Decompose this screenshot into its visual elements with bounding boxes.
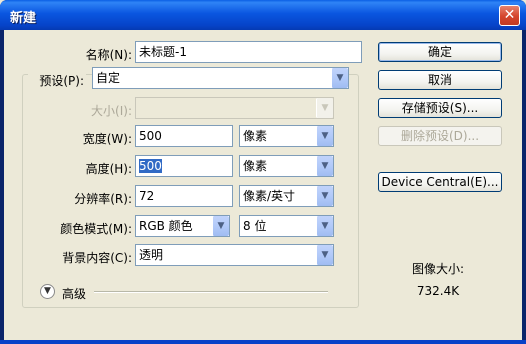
color-mode-select[interactable]: RGB 颜色 ▼ [135,215,230,237]
width-value: 500 [139,129,162,143]
size-label: 大小(I): [91,104,132,118]
height-unit-select[interactable]: 像素 ▼ [239,155,334,177]
chevron-down-icon: ▼ [316,216,333,236]
close-icon: ✕ [503,7,516,23]
resolution-label: 分辨率(R): [74,192,132,206]
dialog-title: 新建 [10,11,37,26]
cancel-button[interactable]: 取消 [378,70,502,90]
resolution-unit-value: 像素/英寸 [243,189,296,203]
preset-value: 自定 [96,71,121,85]
color-mode-label: 颜色模式(M): [60,222,132,236]
color-mode-value: RGB 颜色 [139,219,193,233]
width-input[interactable]: 500 [135,125,233,147]
advanced-label[interactable]: 高级 [62,285,86,302]
title-bar[interactable]: 新建 ✕ [0,0,526,30]
chevron-down-icon: ▼ [316,156,333,176]
name-input[interactable]: 未标题-1 [135,41,362,63]
device-central-button[interactable]: Device Central(E)... [378,172,502,192]
resolution-value: 72 [139,189,155,203]
chevron-down-icon: ▼ [316,245,333,265]
background-value: 透明 [139,248,164,262]
width-unit-select[interactable]: 像素 ▼ [239,125,334,147]
new-document-dialog: 新建 ✕ 名称(N): 未标题-1 预设(P): 自定 ▼ 大小(I): ▼ 宽… [0,0,526,344]
close-button[interactable]: ✕ [499,5,520,26]
name-label: 名称(N): [85,48,132,62]
height-value: 500 [139,159,162,173]
advanced-divider [94,291,328,293]
resolution-unit-select[interactable]: 像素/英寸 ▼ [239,185,334,207]
width-unit-value: 像素 [243,129,268,143]
chevron-down-icon: ▼ [44,286,51,296]
image-size-value: 732.4K [416,284,460,298]
preset-label: 预设(P): [28,72,86,89]
size-select: ▼ [135,97,334,119]
bit-depth-value: 8 位 [243,219,267,233]
image-size-label: 图像大小: [411,262,465,276]
width-label: 宽度(W): [82,132,132,146]
preset-select[interactable]: 自定 ▼ [92,67,349,89]
dialog-body: 名称(N): 未标题-1 预设(P): 自定 ▼ 大小(I): ▼ 宽度(W):… [4,30,522,340]
ok-button[interactable]: 确定 [378,42,502,62]
advanced-toggle[interactable]: ▼ [40,284,55,299]
delete-preset-button: 删除预设(D)... [378,126,502,146]
name-value: 未标题-1 [139,45,187,59]
bit-depth-select[interactable]: 8 位 ▼ [239,215,334,237]
chevron-down-icon: ▼ [316,186,333,206]
background-select[interactable]: 透明 ▼ [135,244,334,266]
resolution-input[interactable]: 72 [135,185,233,207]
chevron-down-icon: ▼ [316,126,333,146]
chevron-down-icon: ▼ [212,216,229,236]
height-input[interactable]: 500 [135,155,233,177]
background-label: 背景内容(C): [62,251,132,265]
height-unit-value: 像素 [243,159,268,173]
height-label: 高度(H): [85,162,132,176]
chevron-down-icon: ▼ [316,98,333,118]
window-bottom-border [0,340,526,344]
save-preset-button[interactable]: 存储预设(S)... [378,98,502,118]
chevron-down-icon: ▼ [331,68,348,88]
